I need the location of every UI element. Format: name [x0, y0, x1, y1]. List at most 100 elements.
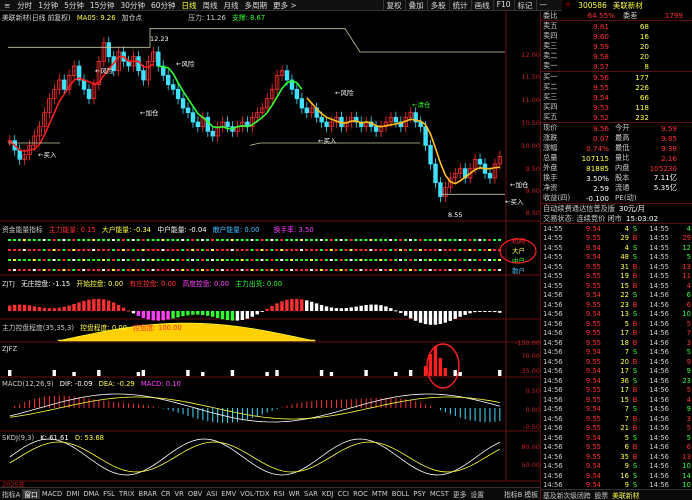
btn-f10[interactable]: F10: [492, 0, 514, 11]
energy-dot: [443, 239, 447, 241]
tab-obv[interactable]: OBV: [186, 490, 204, 498]
foot-stock[interactable]: 股票: [595, 490, 609, 500]
zjfz-bar: [319, 370, 324, 376]
energy-dot: [72, 259, 76, 261]
btn-fuquan[interactable]: 复权: [382, 0, 405, 11]
energy-dot: [32, 249, 36, 251]
tab-fenshi[interactable]: 分时: [14, 0, 35, 11]
sell-volume: 8: [644, 61, 649, 71]
tab-cr[interactable]: CR: [159, 490, 172, 498]
sell-level[interactable]: 卖四 9.60 16: [541, 31, 692, 41]
tab-macd[interactable]: MACD: [40, 490, 64, 498]
foot-link[interactable]: 基及新次级闭跨: [541, 490, 591, 500]
energy-dot: [423, 239, 427, 241]
energy-dot: [136, 259, 140, 261]
energy-dot: [275, 259, 279, 261]
energy-dot: [97, 259, 101, 261]
chart-svg[interactable]: 12.238.55←风险←风险←风险←加仓←加仓←买入←买入←买入←清仓机构大户…: [0, 11, 540, 487]
tab-zhibiao-a[interactable]: 指标A: [0, 489, 22, 499]
tab-brar[interactable]: BRAR: [137, 490, 159, 498]
tab-kdj[interactable]: KDJ: [320, 490, 336, 498]
sell-level[interactable]: 卖五 9.61 68: [541, 21, 692, 31]
zjtj-bar: [191, 311, 195, 315]
tab-trix[interactable]: TRIX: [117, 490, 137, 498]
tab-asi[interactable]: ASI: [204, 490, 219, 498]
buy-level[interactable]: 买四 9.53 118: [541, 102, 692, 112]
tick-volume: 31: [620, 262, 629, 271]
tick-volume: 7: [624, 348, 629, 357]
buy-level[interactable]: 买一 9.56 177: [541, 72, 692, 82]
energy-dot: [399, 239, 403, 241]
energy-dot: [151, 259, 155, 261]
btn-tongji[interactable]: 统计: [448, 0, 471, 11]
energy-dot: [22, 259, 26, 261]
tab-more[interactable]: 更多 >: [270, 0, 300, 11]
tab-emv[interactable]: EMV: [219, 490, 238, 498]
energy-dot: [42, 259, 46, 261]
energy-dot: [126, 239, 130, 241]
minimize-icon[interactable]: —: [535, 0, 551, 11]
buy-price: 9.55: [592, 82, 609, 92]
tab-vol-tdx[interactable]: VOL-TDX: [238, 490, 271, 498]
buy-level[interactable]: 买三 9.54 66: [541, 92, 692, 102]
tab-1min[interactable]: 1分钟: [35, 0, 61, 11]
btn-biaoji[interactable]: 标记: [513, 0, 536, 11]
sell-level[interactable]: 卖三 9.59 20: [541, 41, 692, 51]
tab-dmi[interactable]: DMI: [64, 490, 81, 498]
energy-dot: [374, 269, 378, 271]
sell-level[interactable]: 卖一 9.57 8: [541, 61, 692, 71]
ma-line-red: [9, 55, 154, 152]
template-button[interactable]: 指标B 模板: [502, 489, 540, 499]
tab-settings[interactable]: 设置: [469, 489, 487, 499]
candle: [284, 70, 290, 81]
energy-dot: [82, 259, 86, 261]
tab-rsi[interactable]: RSI: [272, 490, 287, 498]
tab-daily[interactable]: 日线: [179, 0, 200, 11]
btn-duogu[interactable]: 多股: [426, 0, 449, 11]
tab-roc[interactable]: ROC: [351, 490, 370, 498]
zjtj-bar: [67, 305, 71, 311]
zjfz-bar: [230, 370, 235, 376]
energy-dot: [52, 259, 56, 261]
buy-level[interactable]: 买二 9.55 226: [541, 82, 692, 92]
tick-list[interactable]: 14:55 9.54 4 S 14:55 4 14:55 9.55 29 B 14:55 29 14:5…: [541, 224, 692, 500]
auto-renew-row[interactable]: 自动续费通达信普及版 30元/月: [541, 204, 692, 214]
tab-mcst[interactable]: MCST: [428, 490, 451, 498]
chart-area[interactable]: 12.23 8.55 ←风险 ←风险 ←风险 ←加仓 ←加仓 ←买入 ←买入 ←买入 ←清仓 机构 大户…: [0, 11, 540, 487]
energy-dot: [314, 239, 318, 241]
btn-huaxian[interactable]: 画线: [470, 0, 493, 11]
tick-dir: B: [632, 424, 638, 433]
tick-price: 9.54: [585, 243, 601, 252]
buy-level[interactable]: 买五 9.52 232: [541, 112, 692, 122]
sell-level[interactable]: 卖二 9.58 20: [541, 51, 692, 61]
zjtj-bar: [354, 306, 358, 311]
tab-weekly[interactable]: 周线: [200, 0, 221, 11]
tab-more-indicators[interactable]: 更多: [451, 489, 469, 499]
menu-icon[interactable]: ≡: [0, 1, 14, 10]
tab-boll[interactable]: BOLL: [390, 490, 411, 498]
tab-vr[interactable]: VR: [172, 490, 185, 498]
btn-diejia[interactable]: 叠加: [404, 0, 427, 11]
tick-volume: 19: [620, 272, 629, 281]
pressure-label: 压力: 11.26: [188, 14, 226, 22]
tab-15min[interactable]: 15分钟: [87, 0, 118, 11]
energy-dot: [458, 259, 462, 261]
tab-60min[interactable]: 60分钟: [148, 0, 179, 11]
tab-chuangkou[interactable]: 窗口: [22, 489, 40, 499]
energy-dot: [473, 249, 477, 251]
p2-header: ZJTJ 无庄控盘: -1.15 开始控盘: 0.00 有庄控盘: 0.00 高…: [2, 278, 286, 288]
tab-multiperiod[interactable]: 多周期: [242, 0, 271, 11]
energy-dot: [171, 269, 175, 271]
tab-30min[interactable]: 30分钟: [117, 0, 148, 11]
energy-dot: [166, 259, 170, 261]
tab-cci[interactable]: CCI: [336, 490, 352, 498]
tab-sar[interactable]: SAR: [302, 490, 320, 498]
tab-5min[interactable]: 5分钟: [61, 0, 87, 11]
tab-wr[interactable]: WR: [287, 490, 302, 498]
tab-psy[interactable]: PSY: [411, 490, 428, 498]
tick-volume2: 5: [686, 386, 691, 395]
tab-dma[interactable]: DMA: [81, 490, 101, 498]
tab-monthly[interactable]: 月线: [221, 0, 242, 11]
tab-mtm[interactable]: MTM: [370, 490, 390, 498]
tab-fsl[interactable]: FSL: [101, 490, 117, 498]
